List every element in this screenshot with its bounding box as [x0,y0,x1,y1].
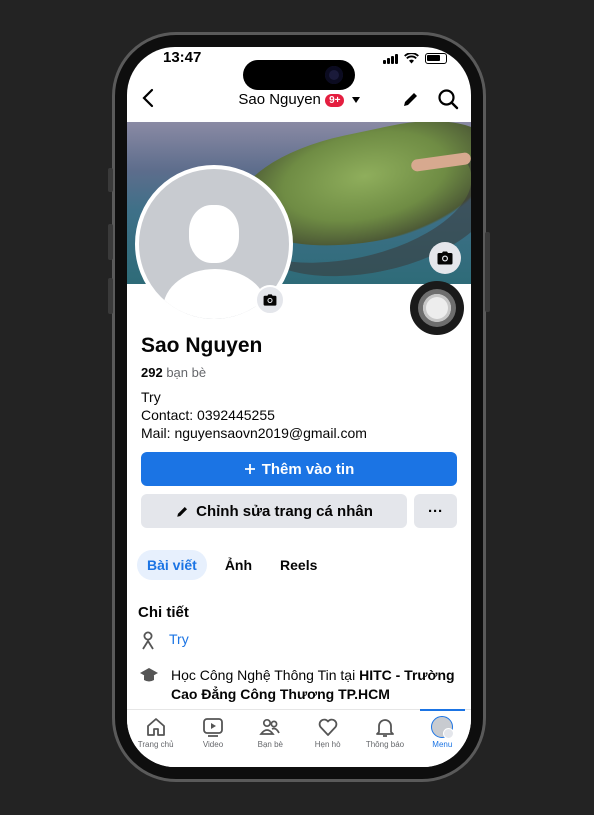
battery-icon [425,53,447,64]
tab-reels[interactable]: Reels [270,550,327,580]
details-title: Chi tiết [138,604,189,621]
detail-text: Try [169,631,189,647]
edit-profile-label: Chỉnh sửa trang cá nhân [196,502,373,520]
pencil-icon[interactable] [401,89,421,109]
tab-posts[interactable]: Bài viết [137,550,207,580]
home-icon [146,718,165,736]
wifi-icon [404,53,419,64]
caret-down-icon [351,97,360,104]
dating-heart-icon [318,718,337,736]
nav-label: Menu [432,740,453,749]
graduation-cap-icon [140,668,158,682]
bio-line: Try [141,389,161,405]
friends-label: bạn bè [166,365,207,380]
tab-photos[interactable]: Ảnh [215,550,262,580]
nav-menu[interactable]: Menu [414,709,471,767]
friends-number: 292 [141,365,163,380]
detail-text: Học Công Nghệ Thông Tin tại HITC - Trườn… [171,666,461,704]
detail-item[interactable]: Try [139,631,189,651]
bottom-nav: Trang chủ Video Bạn bè Hẹn hò Thông báo … [127,709,471,767]
bio-line: Mail: nguyensaovn2019@gmail.com [141,425,367,441]
cover-camera-icon[interactable] [429,242,461,274]
nav-friends[interactable]: Bạn bè [242,710,299,767]
dynamic-island [243,60,355,90]
detail-item[interactable]: Học Công Nghệ Thông Tin tại HITC - Trườn… [139,666,461,704]
power-button [485,232,490,312]
friends-icon [259,718,281,735]
nav-video[interactable]: Video [184,710,241,767]
header-name: Sao Nguyen [238,91,321,108]
signal-icon [383,53,398,64]
nav-label: Hẹn hò [314,740,341,749]
person-icon [142,631,154,650]
volume-down-button [108,278,113,314]
nav-home[interactable]: Trang chủ [127,710,184,767]
bell-icon [376,719,394,737]
more-icon: ··· [428,502,443,520]
nav-dating[interactable]: Hẹn hò [299,710,356,767]
edit-profile-button[interactable]: Chỉnh sửa trang cá nhân [141,494,407,528]
notification-badge: 9+ [325,93,345,107]
status-icons [383,53,447,64]
status-time: 13:47 [163,49,202,66]
add-story-label: Thêm vào tin [261,460,355,478]
pencil-icon [177,506,188,517]
add-story-button[interactable]: Thêm vào tin [141,452,457,486]
profile-name: Sao Nguyen [141,334,263,357]
assistive-touch-button[interactable] [410,281,464,335]
nav-notifications[interactable]: Thông báo [356,710,413,767]
volume-up-button [108,224,113,260]
plus-icon [244,464,255,474]
more-button[interactable]: ··· [414,494,457,528]
search-icon[interactable] [437,88,459,110]
avatar-camera-icon[interactable] [255,285,285,315]
silent-switch [108,168,113,192]
bio-line: Contact: 0392445255 [141,407,275,423]
screen: 13:47 Sao Nguyen 9+ Sao Nguyen 292 bạn b… [127,47,471,767]
nav-label: Trang chủ [137,740,174,749]
friends-count[interactable]: 292 bạn bè [141,365,206,380]
video-icon [203,718,223,737]
profile-tabs: Bài viết Ảnh Reels [137,550,327,580]
profile-bio: Try Contact: 0392445255 Mail: nguyensaov… [141,388,367,442]
nav-label: Video [202,740,224,749]
nav-label: Bạn bè [257,740,283,749]
education-prefix: Học Công Nghệ Thông Tin tại [171,667,360,683]
nav-label: Thông báo [365,740,405,749]
menu-avatar-icon [431,716,455,739]
front-camera [325,66,343,84]
